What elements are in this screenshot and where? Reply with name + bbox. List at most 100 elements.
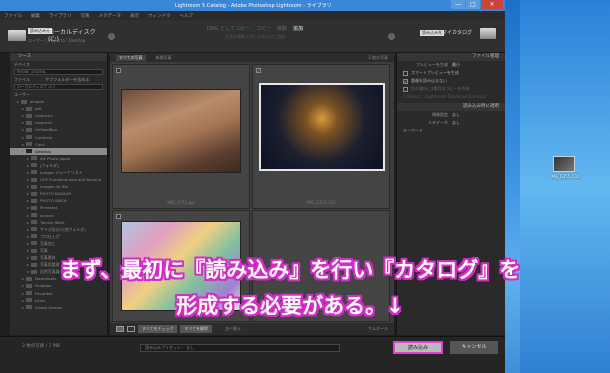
folder-icon <box>31 170 37 175</box>
folder-tree-item[interactable]: ▸ images for file <box>10 183 107 190</box>
folder-tree-item[interactable]: ▸ Images ジャーナリスト <box>10 169 107 176</box>
folder-tree-item[interactable]: ▸ サイズ別分け(他フォルダ) <box>10 226 107 233</box>
photo-thumbnail-city[interactable] <box>259 83 385 171</box>
second-copy-option[interactable]: 別の場所に2番目のコピーを作成 <box>397 85 505 93</box>
checkbox-checked-icon[interactable]: ✓ <box>403 78 408 84</box>
destination-title[interactable]: マイカタログ <box>442 29 472 36</box>
metadata-value[interactable]: なし <box>452 119 460 127</box>
folder-tree-item[interactable]: ▸ pdf <box>10 105 107 112</box>
grid-bottom-toolbar: すべてをチェック すべてを解除 並べ替え サムネール <box>110 323 394 335</box>
mode-move[interactable]: 移動 <box>277 25 287 32</box>
sort-label[interactable]: 並べ替え <box>225 326 241 332</box>
arrow-right-icon: › <box>388 33 395 40</box>
folder-icon <box>31 213 37 218</box>
preset-value[interactable]: なし <box>186 345 194 350</box>
tab-new-photos[interactable]: 新規写真 <box>156 55 172 61</box>
minimize-button[interactable]: — <box>451 0 465 9</box>
menu-view[interactable]: 表示 <box>130 13 139 19</box>
folder-tree-item[interactable]: ▸ akapoh <box>10 98 107 105</box>
photo-cell[interactable]: IMG_0712.jpg <box>112 64 250 209</box>
tab-all-photos[interactable]: すべての写真 <box>116 54 146 61</box>
photo-thumbnail-desert[interactable] <box>121 89 241 173</box>
checkbox-icon[interactable] <box>403 86 408 92</box>
develop-setting[interactable]: 現像設定 なし <box>397 111 505 119</box>
photo-checkbox[interactable] <box>116 214 121 219</box>
include-subfolders-checkbox[interactable]: サブフォルダーを含める <box>45 77 89 82</box>
panel-header-apply[interactable]: 読み込み時に適用 <box>397 103 505 111</box>
metadata-label: メタデータ <box>428 120 448 125</box>
folder-tree-item[interactable]: ▸ Contacts <box>10 133 107 140</box>
window-title: Lightroom 5 Catalog - Adobe Photoshop Li… <box>175 3 332 9</box>
no-duplicates-option[interactable]: ✓ 重複を読み込まない <box>397 77 505 85</box>
folder-tree-item-selected[interactable]: ▸ Desktop <box>10 147 107 155</box>
mode-copy-dng[interactable]: DNG としてコピー <box>207 25 250 32</box>
folder-icon <box>31 184 37 189</box>
preview-value[interactable]: 最小 <box>452 61 460 69</box>
loupe-view-icon[interactable] <box>127 326 135 332</box>
folder-tree-item[interactable]: ▸ Tamsin Work <box>10 219 107 226</box>
folder-tree-item[interactable]: ▸ Pinterest <box>10 204 107 211</box>
folder-label: LIFE Fundamentals and Beyond <box>40 177 102 183</box>
bottom-bar: 3 枚の写真 / 7 MB 読み込みプリセット： なし 読み込み キャンセル <box>0 336 505 373</box>
maximize-button[interactable]: □ <box>466 0 480 9</box>
title-bar[interactable]: Lightroom 5 Catalog - Adobe Photoshop Li… <box>0 0 505 11</box>
menu-file[interactable]: ファイル <box>4 13 22 19</box>
metadata-setting[interactable]: メタデータ なし <box>397 119 505 127</box>
folder-tree-item[interactable]: ▸ xxxxxx <box>10 212 107 219</box>
folder-label: Tamsin Work <box>40 219 65 225</box>
grid-view-icon[interactable] <box>116 326 124 332</box>
photo-cell-selected[interactable]: ✓ IMG_0355.CR2 <box>252 64 390 209</box>
checkbox-icon[interactable] <box>403 70 408 76</box>
mode-add[interactable]: 追加 <box>293 25 303 32</box>
local-disk-item[interactable]: ローカルディスク (C:) <box>14 84 103 90</box>
thumbnail-size-label[interactable]: サムネール <box>368 326 388 332</box>
photo-size-summary: 3 枚の写真 / 7 MB <box>22 344 60 349</box>
menu-metadata[interactable]: メタデータ <box>99 13 122 19</box>
folder-tree-item[interactable]: ▸ UnfixedBox <box>10 126 107 133</box>
folder-tree-item[interactable]: ▸ PHOTO WASA <box>10 197 107 204</box>
folder-icon <box>31 234 37 239</box>
import-button[interactable]: 読み込み <box>393 341 443 354</box>
develop-label: 現像設定 <box>432 112 448 117</box>
folder-icon <box>31 156 37 161</box>
folder-tree-item[interactable]: ▸ [フォルダ] <box>10 162 107 169</box>
folder-tree-item[interactable]: ▸ LIFE Fundamentals and Beyond <box>10 176 107 183</box>
panel-header-source[interactable]: ソース <box>10 53 107 61</box>
folder-tree-item[interactable]: ▸ 写真加工 <box>10 240 107 247</box>
source-selector[interactable]: 読み込み元 ローカルディスク (C:) ユーザー \ maporta \ Des… <box>8 26 108 48</box>
folder-tree-item[interactable]: ▸ プロ仕上げ <box>10 233 107 240</box>
uncheck-all-button[interactable]: すべてを解除 <box>180 325 212 333</box>
cancel-button[interactable]: キャンセル <box>450 341 498 354</box>
smart-preview-option[interactable]: スマートプレビューを生成 <box>397 69 505 77</box>
destination-selector[interactable]: 読み込み先 マイカタログ <box>420 28 500 48</box>
import-preset-selector[interactable]: 読み込みプリセット： なし <box>140 344 340 352</box>
device-field[interactable]: RYOBE_DIGITAL <box>14 69 103 75</box>
check-all-button[interactable]: すべてをチェック <box>138 325 178 333</box>
folder-tree-item[interactable]: ▸ Cont <box>10 141 107 148</box>
panel-header-file-handling[interactable]: ファイル管理 <box>397 53 505 61</box>
menu-window[interactable]: ウィンドウ <box>148 13 171 19</box>
folder-tree-item[interactable]: ▸ capture2 <box>10 119 107 126</box>
develop-value[interactable]: なし <box>452 111 460 119</box>
mode-copy[interactable]: コピー <box>256 25 271 32</box>
menu-photo[interactable]: 写真 <box>81 13 90 19</box>
menu-help[interactable]: ヘルプ <box>180 13 194 19</box>
second-copy-label: 別の場所に2番目のコピーを作成 <box>411 86 470 91</box>
folder-icon <box>26 120 32 125</box>
folder-icon <box>26 142 32 147</box>
preview-setting[interactable]: プレビューを生成 最小 <box>397 61 505 69</box>
folder-icon <box>31 198 37 203</box>
folder-icon <box>26 135 32 140</box>
folder-tree-item[interactable]: ▸ capture1 <box>10 112 107 119</box>
users-label[interactable]: ユーザー <box>10 91 107 98</box>
desktop-file-icon[interactable] <box>553 156 575 172</box>
menu-edit[interactable]: 編集 <box>31 13 40 19</box>
folder-tree-item[interactable]: ▸ PHOTO BAZAAR <box>10 190 107 197</box>
photo-count: 3 枚の写真 <box>368 54 388 60</box>
folder-label: PHOTO WASA <box>40 198 67 204</box>
photo-checkbox[interactable] <box>116 68 121 73</box>
close-button[interactable]: ✕ <box>481 0 503 9</box>
menu-library[interactable]: ライブラリ <box>49 13 72 19</box>
photo-checkbox-checked[interactable]: ✓ <box>256 68 261 73</box>
folder-tree-item[interactable]: ▸ Art Photo Japan <box>10 155 107 162</box>
